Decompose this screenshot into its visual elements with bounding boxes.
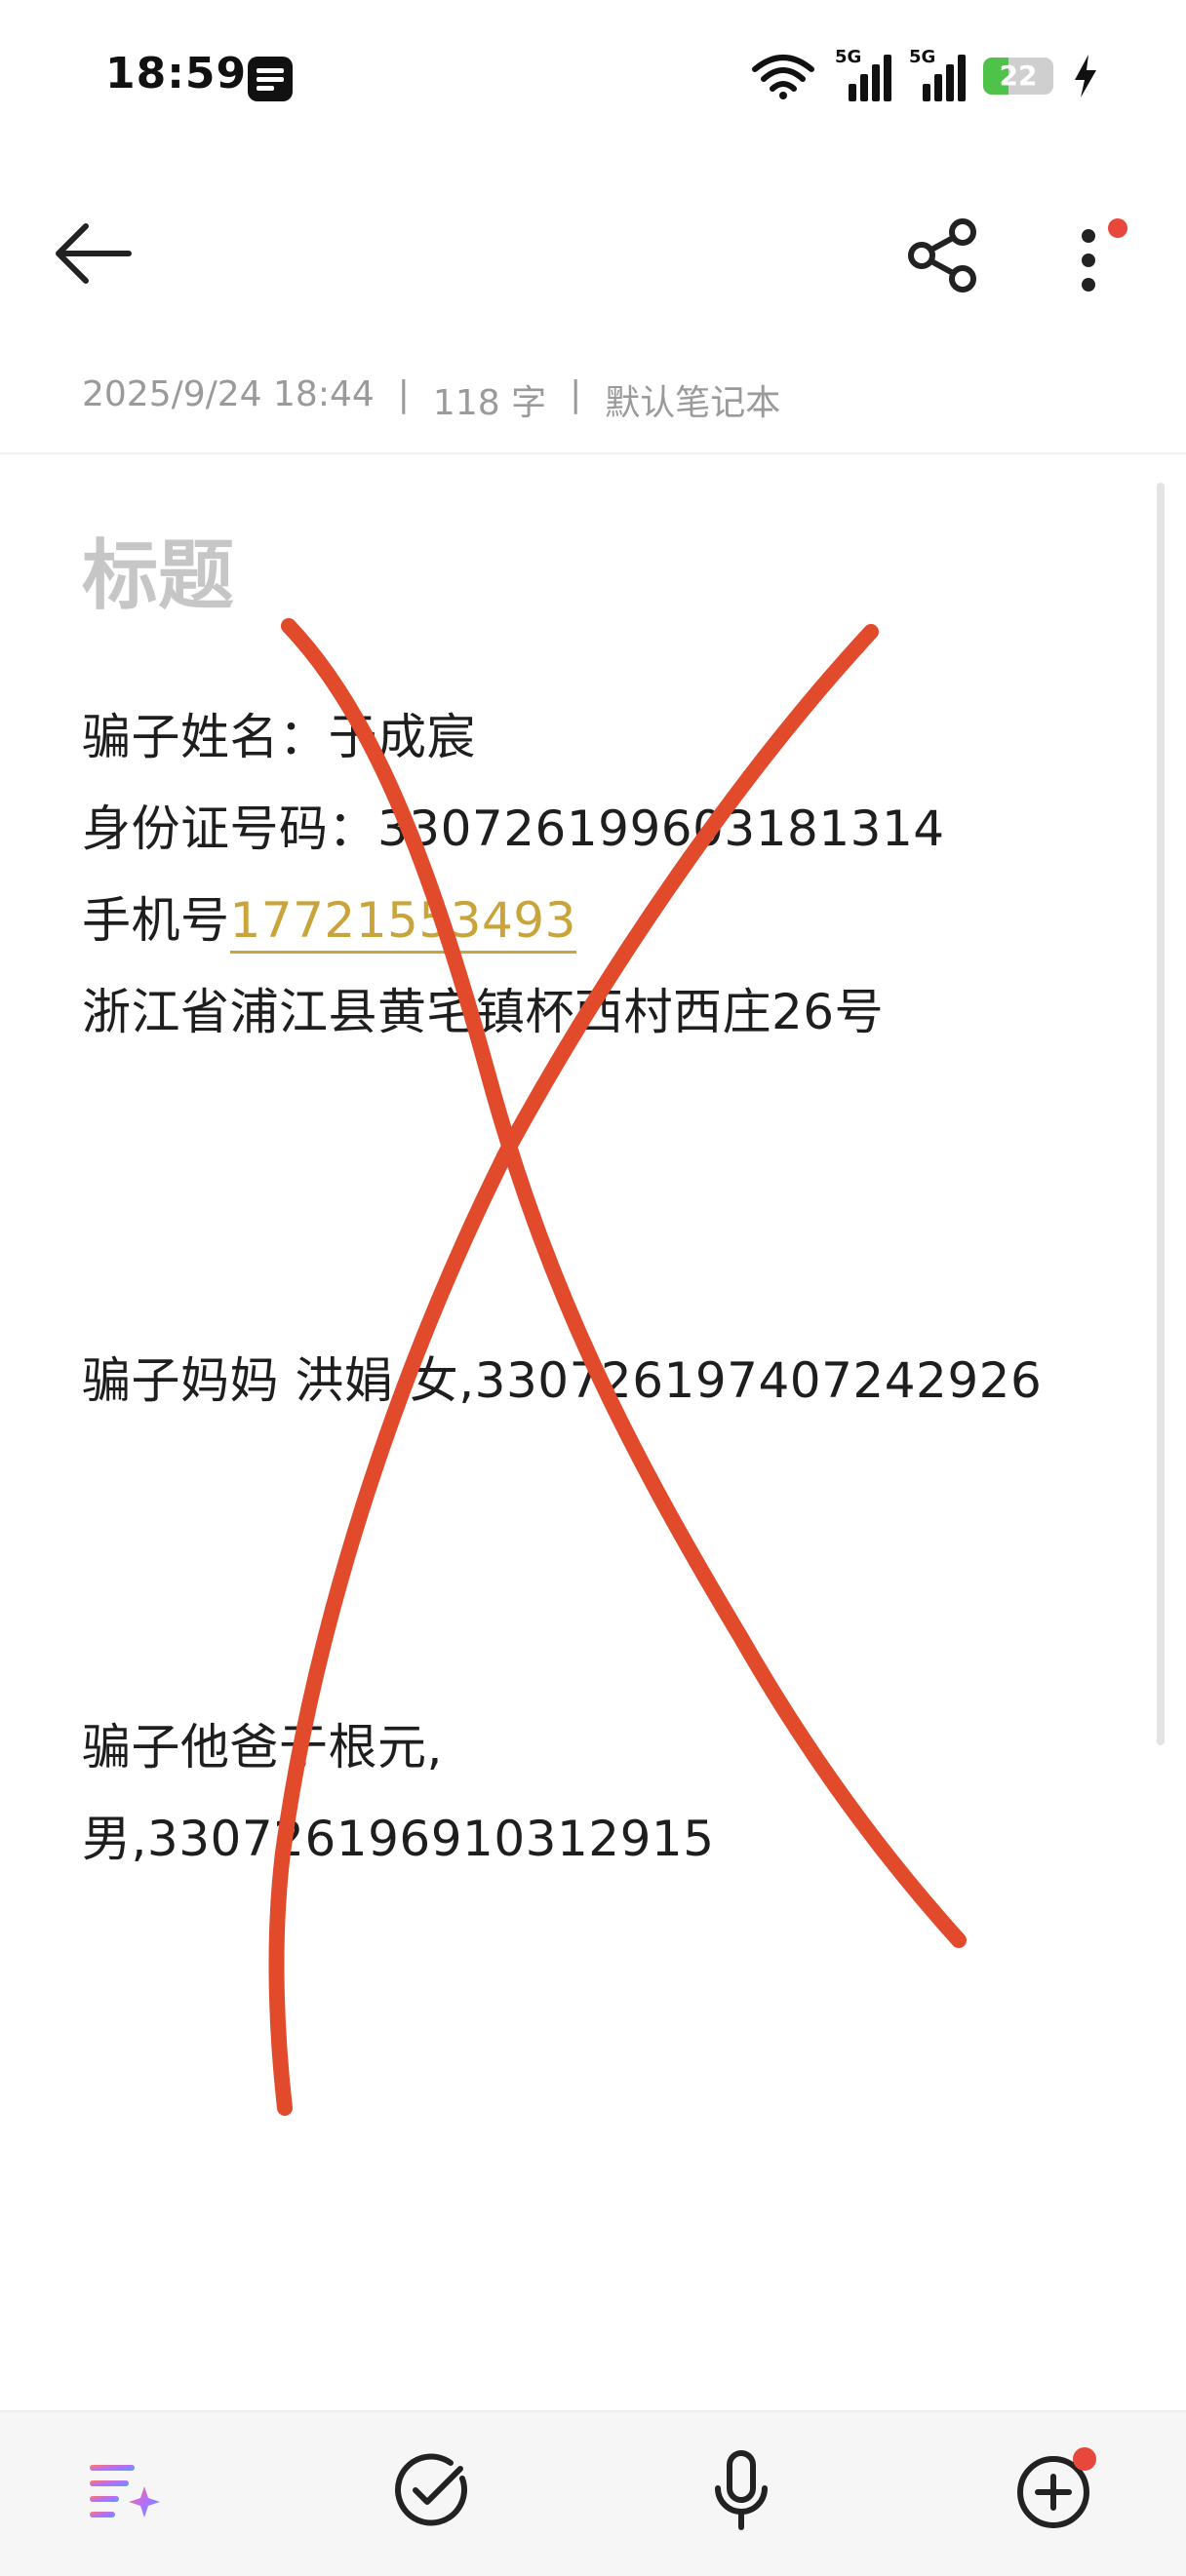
meta-separator: | [397, 374, 410, 414]
add-button[interactable] [1005, 2441, 1102, 2539]
status-bar: 18:59 5G 5G 22 [0, 0, 1186, 156]
app-notification-icon [248, 57, 293, 101]
battery-level: 22 [999, 59, 1038, 92]
notification-dot [1108, 218, 1127, 238]
status-icons: 5G 5G 22 [751, 47, 1098, 105]
wifi-icon [752, 55, 814, 99]
note-line[interactable]: 男,330726196910312915 [82, 1800, 715, 1870]
signal-icon: 5G [835, 47, 891, 101]
note-date: 2025/9/24 18:44 [82, 374, 375, 414]
microphone-icon [715, 2450, 768, 2530]
back-arrow-icon [56, 223, 132, 284]
note-toolbar [0, 195, 1186, 312]
notification-dot [1073, 2447, 1096, 2471]
back-button[interactable] [49, 215, 137, 293]
battery-icon: 22 [983, 58, 1053, 95]
share-icon [908, 218, 976, 293]
phone-label: 手机号 [82, 892, 230, 949]
note-line[interactable]: 身份证号码：330726199603181314 [82, 790, 945, 860]
note-line[interactable]: 骗子姓名：于成宸 [82, 698, 476, 768]
ai-format-button[interactable] [74, 2441, 172, 2539]
note-line[interactable]: 浙江省浦江县黄宅镇杯西村西庄26号 [82, 973, 884, 1043]
network-type-label: 5G [909, 47, 936, 67]
checklist-icon [395, 2453, 467, 2526]
charging-icon [1075, 55, 1096, 98]
header-divider [0, 452, 1186, 454]
phone-number-link[interactable]: 17721553493 [229, 892, 576, 954]
note-line[interactable]: 骗子妈妈 洪娟,女,330726197407242926 [82, 1342, 1042, 1412]
note-line[interactable]: 手机号17721553493 [82, 881, 576, 954]
note-meta: 2025/9/24 18:44 | 118 字 | 默认笔记本 [82, 374, 780, 425]
notebook-name[interactable]: 默认笔记本 [605, 374, 780, 425]
note-title-input[interactable]: 标题 [82, 515, 234, 624]
note-word-count: 118 字 [432, 383, 547, 423]
status-time: 18:59 [105, 49, 248, 98]
more-options-button[interactable] [1053, 213, 1131, 300]
voice-input-button[interactable] [692, 2441, 790, 2539]
meta-separator: | [570, 374, 582, 414]
network-type-label: 5G [835, 47, 862, 67]
scrollbar[interactable] [1157, 483, 1165, 1745]
checklist-button[interactable] [382, 2441, 480, 2539]
note-line[interactable]: 骗子他爸于根元, [82, 1708, 443, 1778]
share-button[interactable] [902, 213, 986, 296]
ai-format-icon [90, 2465, 160, 2517]
signal-icon: 5G [909, 47, 966, 101]
bottom-toolbar [0, 2410, 1186, 2576]
